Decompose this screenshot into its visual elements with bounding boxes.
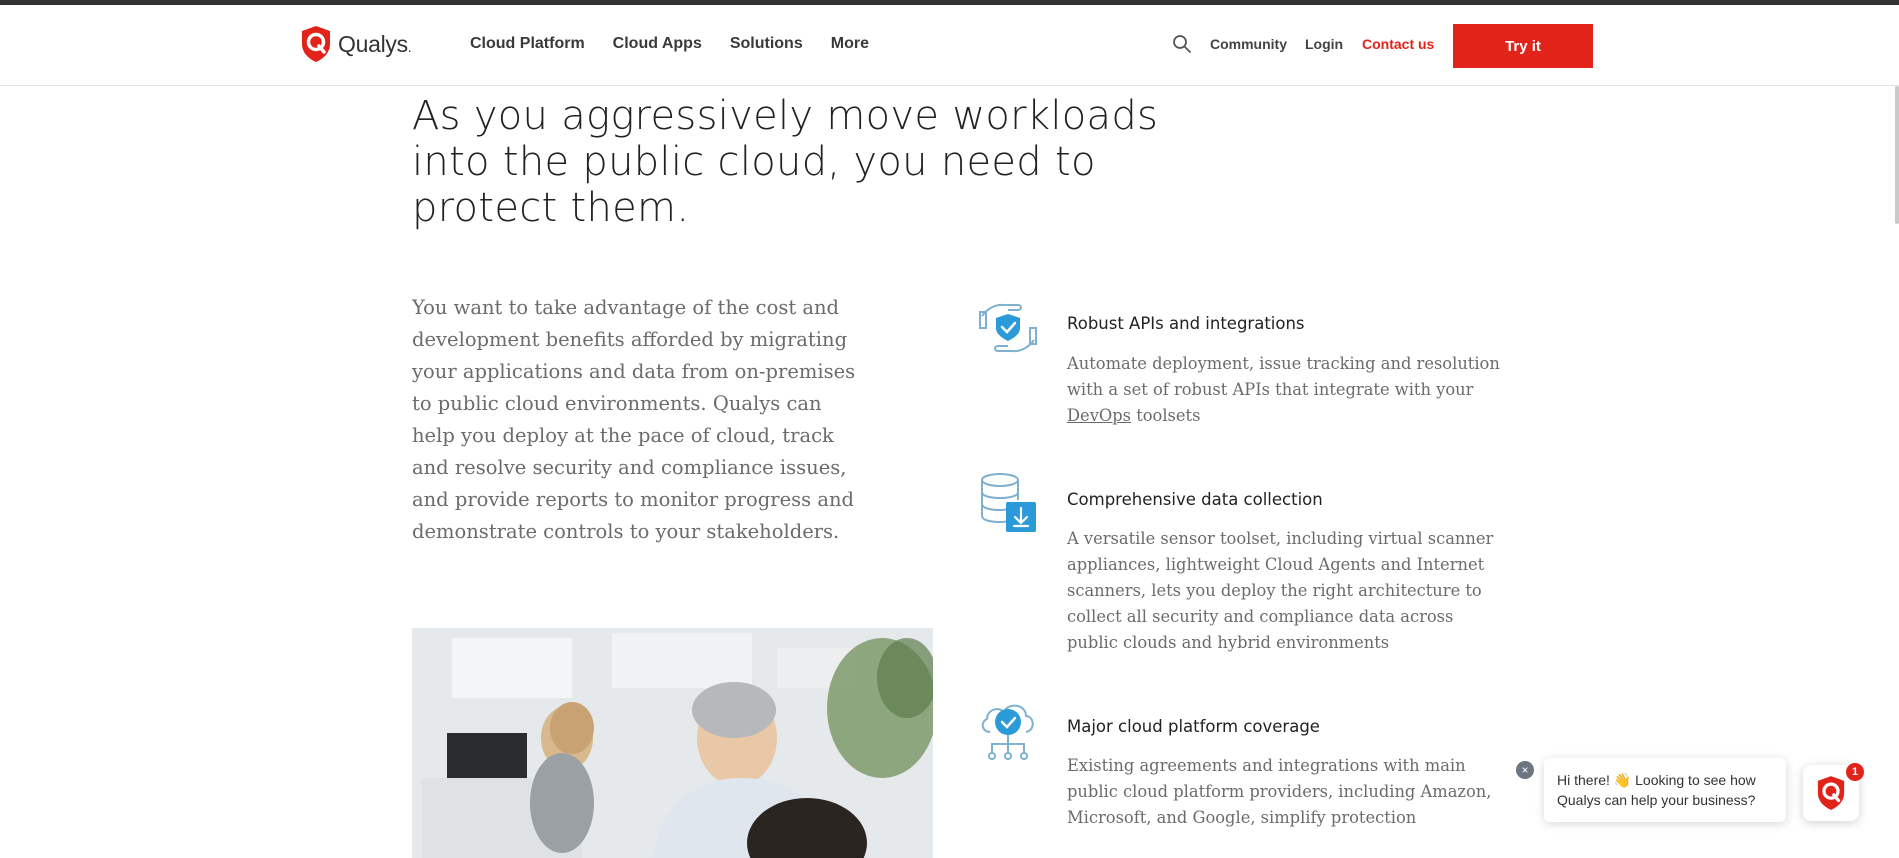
cloud-check-icon <box>981 704 1034 760</box>
qualys-shield-icon <box>302 26 330 62</box>
qualys-shield-icon <box>1817 776 1845 810</box>
nav-solutions[interactable]: Solutions <box>730 35 803 53</box>
chat-notification-badge: 1 <box>1846 763 1864 781</box>
feature-title-apis: Robust APIs and integrations <box>1067 314 1305 333</box>
feature-desc-apis: Automate deployment, issue tracking and … <box>1067 354 1500 425</box>
office-photo-illustration <box>412 628 933 858</box>
feature-desc-data-collection: A versatile sensor toolset, including vi… <box>1067 529 1494 652</box>
nav-cloud-apps[interactable]: Cloud Apps <box>613 35 702 53</box>
try-it-button[interactable]: Try it <box>1453 24 1593 68</box>
chat-message-line-2: Qualys can help your business? <box>1557 792 1756 808</box>
login-link[interactable]: Login <box>1305 36 1343 52</box>
chat-message-line-1: Hi there! 👋 Looking to see how <box>1557 772 1756 788</box>
nav-cloud-platform[interactable]: Cloud Platform <box>470 35 585 53</box>
feature-title-data-collection: Comprehensive data collection <box>1067 490 1323 509</box>
hero-headline: As you aggressively move workloads into … <box>412 93 1172 231</box>
shield-hands-icon <box>979 303 1037 353</box>
site-header: Qualys. Cloud Platform Cloud Apps Soluti… <box>0 5 1899 86</box>
community-link[interactable]: Community <box>1210 36 1287 52</box>
main-nav: Cloud Platform Cloud Apps Solutions More <box>470 35 869 53</box>
qualys-logo[interactable]: Qualys. <box>300 24 412 64</box>
feature-desc-cloud-coverage: Existing agreements and integrations wit… <box>1067 756 1492 827</box>
feature-title-cloud-coverage: Major cloud platform coverage <box>1067 717 1320 736</box>
chat-bubble[interactable]: Hi there! 👋 Looking to see how Qualys ca… <box>1544 758 1786 822</box>
hero-line-2: into the public cloud, you need to <box>412 139 1096 185</box>
nav-more[interactable]: More <box>831 35 869 53</box>
devops-link[interactable]: DevOps <box>1067 406 1131 425</box>
chat-close-button[interactable]: × <box>1516 761 1534 779</box>
contact-us-link[interactable]: Contact us <box>1362 36 1434 52</box>
office-photo <box>412 628 933 858</box>
database-download-icon <box>981 473 1036 532</box>
logo-wordmark: Qualys. <box>338 30 412 57</box>
hero-line-3: protect them. <box>412 185 690 231</box>
intro-paragraph: You want to take advantage of the cost a… <box>412 296 856 543</box>
page-scrollbar-thumb[interactable] <box>1895 86 1899 224</box>
hero-line-1: As you aggressively move workloads <box>412 93 1159 139</box>
search-icon[interactable] <box>1172 34 1192 54</box>
